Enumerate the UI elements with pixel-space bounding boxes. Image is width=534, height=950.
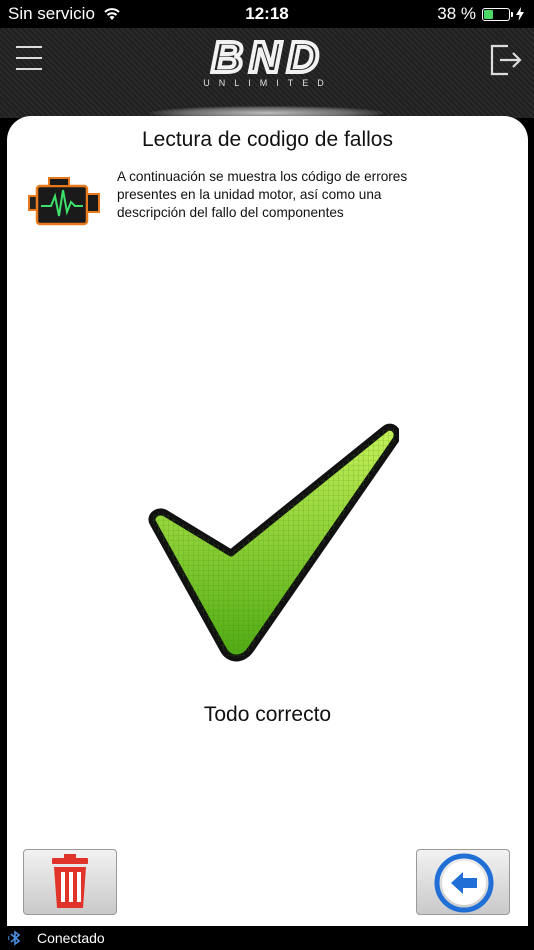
content-card: Lectura de codigo de fallos A continuaci… xyxy=(7,116,528,926)
battery-percent: 38 % xyxy=(437,4,476,23)
logo-sub: UNLIMITED xyxy=(203,78,333,88)
app-header: BND UNLIMITED xyxy=(0,28,534,120)
bolt-icon xyxy=(516,7,524,21)
exit-icon[interactable] xyxy=(488,42,524,78)
result-text: Todo correcto xyxy=(203,703,332,726)
hamburger-icon[interactable] xyxy=(16,46,42,70)
arrow-left-icon xyxy=(434,853,494,913)
bnd-logo: BND UNLIMITED xyxy=(203,36,333,88)
status-bar: Sin servicio 12:18 38 % xyxy=(0,0,534,28)
description-text: A continuación se muestra los código de … xyxy=(117,169,408,220)
trash-icon xyxy=(52,854,88,908)
logo-main: BND xyxy=(211,36,324,82)
bluetooth-icon xyxy=(8,930,21,946)
back-button[interactable] xyxy=(416,849,510,915)
checkmark-icon xyxy=(148,423,399,662)
engine-icon xyxy=(28,177,100,226)
connection-bar: Conectado xyxy=(0,926,534,950)
page-title: Lectura de codigo de fallos xyxy=(141,128,393,151)
status-right: 38 % xyxy=(437,4,524,24)
battery-icon xyxy=(482,7,513,21)
connection-status: Conectado xyxy=(37,930,105,946)
delete-button[interactable] xyxy=(23,849,117,915)
